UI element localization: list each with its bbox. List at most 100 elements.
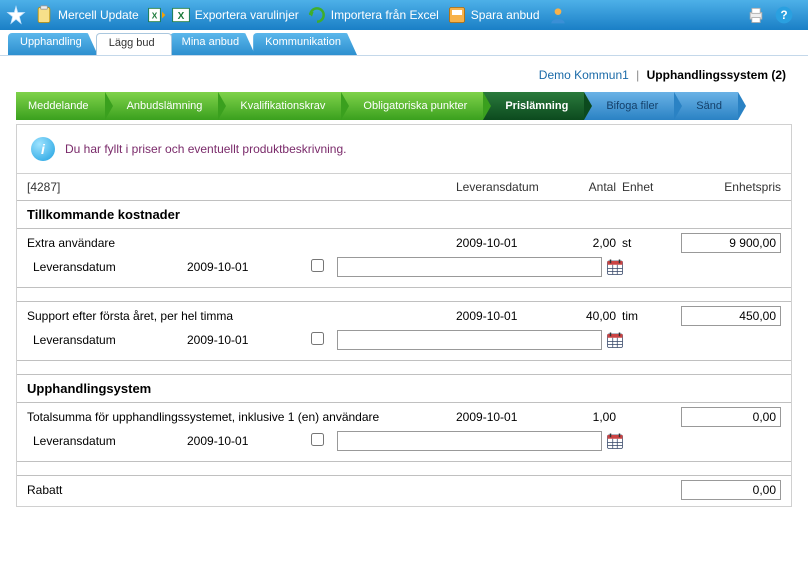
context-sep: | [636, 68, 639, 82]
item-row-extra-anvandare: Extra användare 2009-10-01 2,00 st [17, 229, 791, 255]
import-arrow-icon [307, 5, 327, 25]
row-separator [17, 462, 791, 476]
user-button[interactable] [548, 5, 568, 25]
delivery-label: Leveransdatum [27, 260, 187, 274]
step-sand[interactable]: Sänd [674, 92, 738, 120]
step-obligatoriska[interactable]: Obligatoriska punkter [341, 92, 483, 120]
item-name: Extra användare [27, 236, 456, 250]
section-tillkommande: Tillkommande kostnader [17, 201, 791, 229]
wizard-steps: Meddelande Anbudslämning Kvalifikationsk… [16, 92, 792, 120]
item-name: Rabatt [27, 483, 456, 497]
print-button[interactable] [746, 5, 766, 25]
delivery-checkbox-wrap [297, 259, 337, 275]
content-panel: i Du har fyllt i priser och eventuellt p… [16, 124, 792, 507]
info-bar: i Du har fyllt i priser och eventuellt p… [17, 125, 791, 174]
item-qty: 1,00 [561, 410, 616, 424]
delivery-checkbox-wrap [297, 433, 337, 449]
info-text: Du har fyllt i priser och eventuellt pro… [65, 142, 346, 156]
tab-mina-anbud[interactable]: Mina anbud [170, 33, 256, 55]
row-separator [17, 288, 791, 302]
step-meddelande[interactable]: Meddelande [16, 92, 105, 120]
item-row-totalsumma: Totalsumma för upphandlingssystemet, ink… [17, 403, 791, 429]
help-button[interactable]: ? [774, 5, 794, 25]
print-icon [746, 5, 766, 25]
price-input-support[interactable] [681, 306, 781, 326]
svg-text:X: X [177, 11, 184, 22]
info-icon: i [31, 137, 55, 161]
header-antal: Antal [561, 180, 616, 194]
delivery-note-input[interactable] [337, 330, 602, 350]
help-icon: ? [774, 5, 794, 25]
tabs-row: Upphandling Lägg bud Mina anbud Kommunik… [0, 30, 808, 56]
price-input-extra-anvandare[interactable] [681, 233, 781, 253]
app-menu-button[interactable] [6, 5, 26, 25]
item-price-cell [671, 407, 781, 427]
context-row: Demo Kommun1 | Upphandlingssystem (2) [0, 56, 808, 92]
item-date: 2009-10-01 [456, 410, 561, 424]
sheet-header: [4287] Leveransdatum Antal Enhet Enhetsp… [17, 174, 791, 201]
mercell-update-label: Mercell Update [58, 8, 139, 22]
org-name: Demo Kommun1 [539, 68, 629, 82]
price-input-rabatt[interactable] [681, 480, 781, 500]
item-row-rabatt: Rabatt [17, 476, 791, 506]
delivery-date: 2009-10-01 [187, 260, 297, 274]
price-sheet: [4287] Leveransdatum Antal Enhet Enhetsp… [17, 174, 791, 506]
excel-export-icon: X [147, 5, 167, 25]
system-name: Upphandlingssystem (2) [647, 68, 786, 82]
delivery-checkbox[interactable] [311, 433, 324, 446]
step-bifoga[interactable]: Bifoga filer [584, 92, 674, 120]
header-leveransdatum: Leveransdatum [456, 180, 561, 194]
tab-upphandling[interactable]: Upphandling [8, 33, 98, 55]
importera-label: Importera från Excel [331, 8, 439, 22]
item-price-cell [671, 233, 781, 253]
top-toolbar: Mercell Update X X Exportera varulinjer … [0, 0, 808, 30]
excel-icon: X [171, 5, 191, 25]
item-date: 2009-10-01 [456, 236, 561, 250]
header-id: [4287] [27, 180, 456, 194]
delivery-label: Leveransdatum [27, 333, 187, 347]
spara-label: Spara anbud [471, 8, 540, 22]
importera-button[interactable]: Importera från Excel [307, 5, 439, 25]
delivery-checkbox-wrap [297, 332, 337, 348]
svg-text:?: ? [780, 9, 787, 22]
delivery-row-totalsumma: Leveransdatum 2009-10-01 [17, 429, 791, 462]
exportera-button[interactable]: X X Exportera varulinjer [147, 5, 299, 25]
calendar-icon[interactable] [606, 432, 624, 450]
step-anbudslamning[interactable]: Anbudslämning [105, 92, 219, 120]
item-date: 2009-10-01 [456, 309, 561, 323]
spara-button[interactable]: Spara anbud [447, 5, 540, 25]
calendar-icon[interactable] [606, 331, 624, 349]
delivery-checkbox[interactable] [311, 332, 324, 345]
star-icon [6, 5, 26, 25]
step-prislamning[interactable]: Prislämning [483, 92, 584, 120]
svg-text:X: X [151, 10, 157, 20]
header-enhetspris: Enhetspris [671, 180, 781, 194]
delivery-row-extra-anvandare: Leveransdatum 2009-10-01 [17, 255, 791, 288]
item-price-cell [671, 306, 781, 326]
delivery-checkbox[interactable] [311, 259, 324, 272]
user-icon [548, 5, 568, 25]
item-row-support: Support efter första året, per hel timma… [17, 302, 791, 328]
item-qty: 40,00 [561, 309, 616, 323]
clipboard-icon [34, 5, 54, 25]
header-enhet: Enhet [616, 180, 671, 194]
delivery-row-support: Leveransdatum 2009-10-01 [17, 328, 791, 361]
section-upphandlingsystem: Upphandlingsystem [17, 375, 791, 403]
tab-kommunikation[interactable]: Kommunikation [253, 33, 357, 55]
item-qty: 2,00 [561, 236, 616, 250]
delivery-note-input[interactable] [337, 257, 602, 277]
delivery-date: 2009-10-01 [187, 434, 297, 448]
price-input-totalsumma[interactable] [681, 407, 781, 427]
tab-lagg-bud[interactable]: Lägg bud [96, 33, 172, 55]
delivery-note-input[interactable] [337, 431, 602, 451]
delivery-date: 2009-10-01 [187, 333, 297, 347]
mercell-update-button[interactable]: Mercell Update [34, 5, 139, 25]
item-name: Totalsumma för upphandlingssystemet, ink… [27, 410, 456, 424]
item-name: Support efter första året, per hel timma [27, 309, 456, 323]
item-unit: tim [616, 309, 671, 323]
step-kvalifikationskrav[interactable]: Kvalifikationskrav [218, 92, 341, 120]
item-price-cell [671, 480, 781, 500]
calendar-icon[interactable] [606, 258, 624, 276]
main-area: Upphandling Lägg bud Mina anbud Kommunik… [0, 30, 808, 507]
delivery-label: Leveransdatum [27, 434, 187, 448]
